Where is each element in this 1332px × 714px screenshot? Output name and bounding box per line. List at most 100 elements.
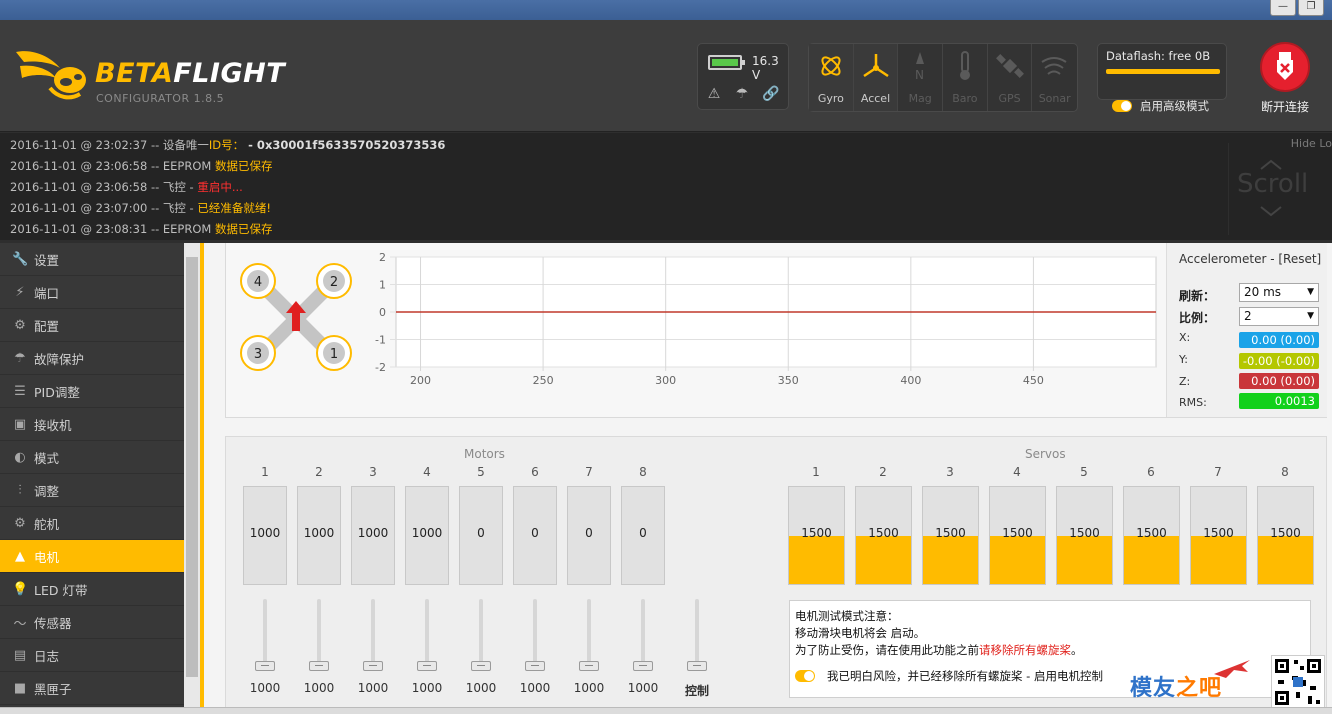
sidebar-item-failsafe[interactable]: ☂ 故障保护: [0, 342, 184, 375]
sidebar-item-servos[interactable]: ⚙ 舵机: [0, 507, 184, 540]
motor-slider-track[interactable]: [479, 599, 483, 669]
motor-slider-track[interactable]: [587, 599, 591, 669]
sidebar-item-configuration[interactable]: ⚙ 配置: [0, 309, 184, 342]
motor-output-value: 1000: [357, 526, 389, 540]
motor-slider-track[interactable]: [533, 599, 537, 669]
motor-output-value: 0: [477, 526, 485, 540]
servo-number: 6: [1147, 465, 1155, 479]
servo-output-bar: 1500: [1257, 486, 1314, 585]
x-tick-label: 400: [900, 374, 921, 387]
sidebar-item-label: 模式: [34, 450, 60, 466]
motor-output-value: 1000: [303, 526, 335, 540]
motor-output-bar: 1000: [405, 486, 449, 585]
motor-slider-handle[interactable]: [579, 661, 599, 671]
servo-fill: [1258, 535, 1313, 584]
motor-slider-handle[interactable]: [633, 661, 653, 671]
link-icon: 🔗: [762, 86, 780, 102]
motor-output-bar: 0: [621, 486, 665, 585]
dataflash-bar: [1106, 69, 1220, 74]
motor-control-agreement[interactable]: 我已明白风险，并已经移除所有螺旋桨 - 启用电机控制: [795, 668, 1103, 684]
motor-slider-track[interactable]: [371, 599, 375, 669]
master-slider-track[interactable]: [695, 599, 699, 669]
sidebar-item-logging[interactable]: ▤ 日志: [0, 639, 184, 672]
usb-disconnect-icon: [1260, 42, 1310, 92]
motor-slider-track[interactable]: [263, 599, 267, 669]
expert-mode-switch[interactable]: [1112, 100, 1132, 112]
motor-number: 7: [585, 465, 593, 479]
rms-label: RMS:: [1179, 396, 1207, 409]
motor-slider-handle[interactable]: [417, 661, 437, 671]
refresh-select[interactable]: 20 ms ▼: [1239, 283, 1319, 302]
svg-text:N: N: [915, 68, 924, 82]
servo-output-bar: 1500: [855, 486, 912, 585]
notice-line: 电机测试模式注意：: [795, 609, 899, 623]
watermark-plane-icon: [1214, 660, 1250, 678]
sidebar-item-pid[interactable]: ☰ PID调整: [0, 375, 184, 408]
motor-slider-track[interactable]: [425, 599, 429, 669]
servo-fill: [789, 535, 844, 584]
servo-output-value: 1500: [935, 526, 966, 540]
motor-output-value: 0: [531, 526, 539, 540]
sidebar-item-adjustments[interactable]: ⫶ 调整: [0, 474, 184, 507]
sidebar-item-led-strip[interactable]: 💡 LED 灯带: [0, 573, 184, 606]
servo-output-value: 1500: [801, 526, 832, 540]
sidebar-item-motors[interactable]: ▲ 电机: [0, 540, 184, 573]
expert-mode-toggle[interactable]: 启用高级模式: [1112, 98, 1209, 114]
motor-slider-value: 1000: [627, 681, 659, 695]
motor-slider-handle[interactable]: [525, 661, 545, 671]
servos-title: Servos: [1025, 447, 1066, 461]
motor-slider-value: 1000: [411, 681, 443, 695]
dataflash-status: Dataflash: free 0B: [1106, 49, 1211, 63]
servo-number: 7: [1214, 465, 1222, 479]
motor-label: 2: [330, 275, 338, 290]
log-line: 2016-11-01 @ 23:02:37 -- 设备唯一ID号： - 0x30…: [10, 138, 446, 152]
servo-fill: [856, 535, 911, 584]
servo-number: 2: [879, 465, 887, 479]
motor-slider-handle[interactable]: [255, 661, 275, 671]
minimize-button[interactable]: —: [1270, 0, 1296, 16]
sidebar-item-label: LED 灯带: [34, 582, 88, 598]
watermark-text: 模友之吧: [1130, 676, 1223, 701]
log-line: 2016-11-01 @ 23:08:31 -- EEPROM 数据已保存: [10, 222, 273, 236]
motor-slider-handle[interactable]: [471, 661, 491, 671]
sidebar-item-ports[interactable]: ⚡ 端口: [0, 276, 184, 309]
motor-output-bar: 0: [513, 486, 557, 585]
sidebar-item-modes[interactable]: ◐ 模式: [0, 441, 184, 474]
parachute-icon: ☂: [14, 350, 26, 366]
master-slider-handle[interactable]: [687, 661, 707, 671]
scale-select[interactable]: 2 ▼: [1239, 307, 1319, 326]
enable-motor-control-switch[interactable]: [795, 670, 815, 682]
sidebar-item-sensors[interactable]: 〜传感器: [0, 606, 184, 639]
servo-output-bar: 1500: [1056, 486, 1113, 585]
sidebar-item-receiver[interactable]: ▣ 接收机: [0, 408, 184, 441]
log-scroll-toggle[interactable]: Scroll: [1228, 143, 1312, 235]
motor-output-bar: 1000: [351, 486, 395, 585]
motor-slider-handle[interactable]: [309, 661, 329, 671]
accel-icon: [862, 54, 889, 78]
servo-output-bar: 1500: [989, 486, 1046, 585]
scrollbar-thumb[interactable]: [186, 257, 198, 677]
maximize-button[interactable]: ❐: [1298, 0, 1324, 16]
x-label: X:: [1179, 331, 1191, 344]
motor-slider-track[interactable]: [317, 599, 321, 669]
sidebar-item-blackbox[interactable]: ■ 黑匣子: [0, 672, 184, 705]
qr-code-icon: [1271, 655, 1325, 709]
sidebar-item-setup[interactable]: 🔧 设置: [0, 243, 184, 276]
master-slider-label: 控制: [684, 684, 709, 698]
disconnect-button[interactable]: 断开连接: [1254, 42, 1316, 115]
servo-output-value: 1500: [1270, 526, 1301, 540]
sidebar-scrollbar[interactable]: [184, 243, 200, 714]
motor-slider-value: 1000: [357, 681, 389, 695]
y-tick-label: -1: [375, 334, 386, 347]
motor-number: 8: [639, 465, 647, 479]
motors-title: Motors: [464, 447, 505, 461]
motor-label: 3: [254, 347, 262, 362]
sidebar-item-label: 黑匣子: [34, 681, 72, 697]
sidebar-item-label: 日志: [34, 648, 60, 664]
motor-slider-track[interactable]: [641, 599, 645, 669]
motor-slider-value: 1000: [303, 681, 335, 695]
adjust-icon: ⫶: [18, 482, 22, 498]
motor-slider-handle[interactable]: [363, 661, 383, 671]
sensor-baro: Baro: [943, 44, 988, 111]
x-tick-label: 300: [655, 374, 676, 387]
